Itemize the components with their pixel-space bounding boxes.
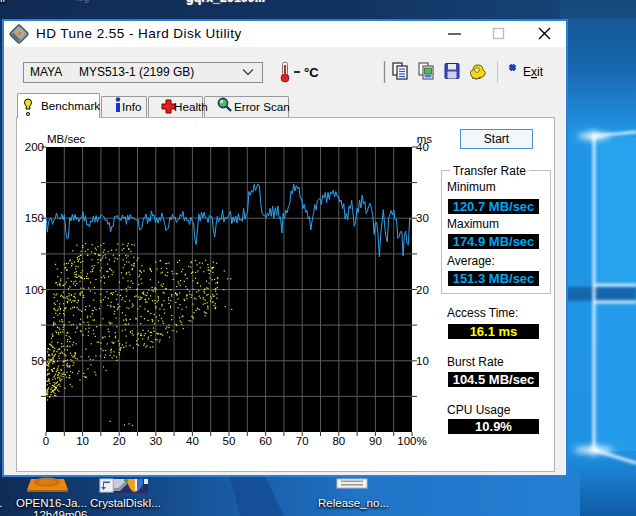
- svg-text:100: 100: [25, 284, 44, 296]
- svg-text:70: 70: [296, 435, 309, 447]
- svg-text:ms: ms: [417, 133, 433, 145]
- svg-text:10: 10: [76, 435, 89, 447]
- svg-text:150: 150: [25, 212, 44, 224]
- svg-text:MB/sec: MB/sec: [47, 133, 86, 145]
- svg-text:90: 90: [369, 435, 382, 447]
- svg-text:100%: 100%: [397, 435, 426, 447]
- svg-text:50: 50: [31, 355, 44, 367]
- svg-text:0: 0: [43, 435, 49, 447]
- svg-text:200: 200: [25, 141, 44, 153]
- svg-text:80: 80: [332, 435, 345, 447]
- svg-text:60: 60: [259, 435, 272, 447]
- svg-text:20: 20: [416, 284, 429, 296]
- svg-text:30: 30: [416, 212, 429, 224]
- svg-text:50: 50: [223, 435, 236, 447]
- svg-text:30: 30: [149, 435, 162, 447]
- svg-text:10: 10: [416, 355, 429, 367]
- svg-text:20: 20: [113, 435, 126, 447]
- svg-text:40: 40: [186, 435, 199, 447]
